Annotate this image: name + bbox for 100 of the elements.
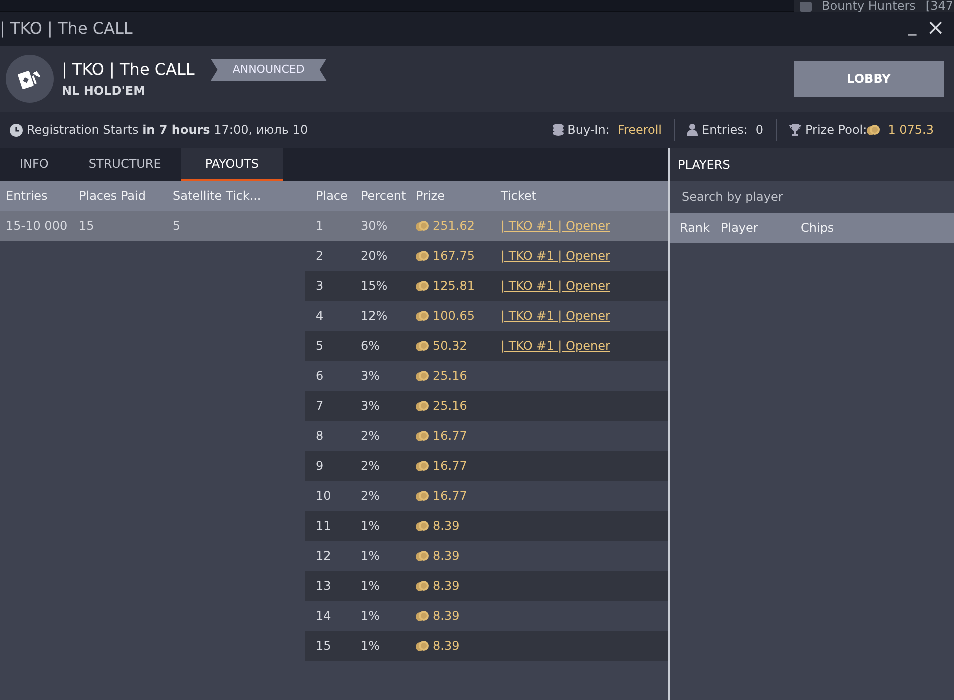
table-cell-text: 1% [360, 608, 382, 625]
table-cell-text: 2% [360, 428, 382, 445]
column-header: Ticket [500, 188, 538, 205]
column-header: Player [720, 220, 760, 237]
column-header: Places Paid [78, 188, 147, 205]
table-cell-text: 5 [315, 338, 325, 355]
prize-amount: 167.75 [433, 248, 475, 265]
column-header: Prize [415, 188, 446, 205]
coin-icon [416, 220, 429, 232]
coin-icon [416, 640, 429, 652]
table-cell-text: 20% [360, 248, 389, 265]
coin-icon [416, 550, 429, 562]
table-cell-text: 12% [360, 308, 389, 325]
trophy-icon [788, 124, 802, 136]
coin-icon [416, 340, 429, 352]
table-cell-text: 15-10 000 [5, 218, 69, 235]
table-cell-text: 30% [360, 218, 389, 235]
table-cell-text: 10 [315, 488, 332, 505]
prize-amount: 50.32 [433, 338, 468, 355]
table-cell-text: 12 [315, 548, 332, 565]
coins-icon [552, 124, 564, 136]
table-cell-text: 7 [315, 398, 325, 415]
table-cell-text: 6% [360, 338, 382, 355]
coin-icon [416, 490, 429, 502]
clock-icon [10, 124, 23, 136]
column-header: Chips [800, 220, 836, 237]
tournament-name: | TKO | The CALL [62, 59, 195, 81]
prize-amount: 16.77 [433, 428, 468, 445]
coin-icon [416, 610, 429, 622]
window-title: | TKO | The CALL [0, 18, 134, 40]
table-cell-text: 6 [315, 368, 325, 385]
tab[interactable]: STRUCTURE [68, 148, 182, 181]
prize-amount: 100.65 [433, 308, 475, 325]
buy-in-value: Freeroll [618, 122, 662, 139]
app-icon [800, 2, 812, 12]
coin-icon [416, 280, 429, 292]
tab[interactable]: INFO [0, 148, 69, 181]
tab[interactable]: PAYOUTS [181, 148, 283, 181]
table-cell-text: 8 [315, 428, 325, 445]
prize-amount: 251.62 [433, 218, 475, 235]
prize-amount: 125.81 [433, 278, 475, 295]
coin-icon [416, 400, 429, 412]
table-cell-text: 4 [315, 308, 325, 325]
entries-value: 0 [756, 122, 764, 139]
ticket-link[interactable]: | TKO #1 | Opener [495, 307, 610, 325]
prize-amount: 8.39 [433, 548, 460, 565]
buy-in-label: Buy-In: [568, 122, 610, 139]
table-cell-text: 2% [360, 488, 382, 505]
minimize-button[interactable]: _ [906, 18, 920, 40]
column-header: Rank [679, 220, 711, 237]
prize-pool-value: 1 075.3 [888, 122, 934, 139]
table-cell-text: 14 [315, 608, 332, 625]
table-cell-text: 13 [315, 578, 332, 595]
prize-amount: 25.16 [433, 368, 468, 385]
status-ribbon: ANNOUNCED [210, 58, 327, 82]
coin-icon [416, 310, 429, 322]
table-cell-text: 11 [315, 518, 332, 535]
table-cell-text: 1 [315, 218, 325, 235]
column-header: Satellite Tick... [172, 188, 262, 205]
table-cell-text: 5 [172, 218, 182, 235]
prize-amount: 8.39 [433, 638, 460, 655]
table-cell-text: 1% [360, 638, 382, 655]
prize-amount: 16.77 [433, 488, 468, 505]
ticket-link[interactable]: | TKO #1 | Opener [495, 277, 610, 295]
coin-icon [416, 250, 429, 262]
prize-amount: 16.77 [433, 458, 468, 475]
prize-amount: 8.39 [433, 578, 460, 595]
prize-amount: 8.39 [433, 608, 460, 625]
table-cell-text: 1% [360, 548, 382, 565]
table-cell-text: 2% [360, 458, 382, 475]
column-header: Percent [360, 188, 408, 205]
coin-icon [416, 430, 429, 442]
game-type: NL HOLD'EM [62, 83, 147, 100]
registration-text: Registration Starts in 7 hours 17:00, июль 10 [27, 122, 310, 139]
table-cell-text: 15 [315, 638, 332, 655]
cards-icon [6, 55, 54, 103]
table-cell-text: 3 [315, 278, 325, 295]
close-button[interactable]: × [924, 18, 948, 40]
coin-icon [416, 520, 429, 532]
prize-amount: 8.39 [433, 518, 460, 535]
column-header: Entries [5, 188, 49, 205]
table-cell-text: 9 [315, 458, 325, 475]
table-cell-text: 15% [360, 278, 389, 295]
players-title: PLAYERS [670, 148, 954, 181]
table-cell-text: 1% [360, 518, 382, 535]
prize-pool-label: Prize Pool: [806, 122, 868, 139]
lobby-button[interactable]: LOBBY [794, 61, 944, 97]
column-header: Place [315, 188, 349, 205]
person-icon [687, 124, 698, 136]
column-header: [347 [926, 0, 954, 12]
table-cell-text: 2 [315, 248, 325, 265]
prize-amount: 25.16 [433, 398, 468, 415]
table-cell-text: 3% [360, 368, 382, 385]
table-cell-text: 3% [360, 398, 382, 415]
ticket-link[interactable]: | TKO #1 | Opener [495, 337, 610, 355]
table-cell-text: 1% [360, 578, 382, 595]
coin-icon [416, 370, 429, 382]
coin-icon [416, 580, 429, 592]
ticket-link[interactable]: | TKO #1 | Opener [495, 247, 610, 265]
entries-label: Entries: [702, 122, 748, 139]
